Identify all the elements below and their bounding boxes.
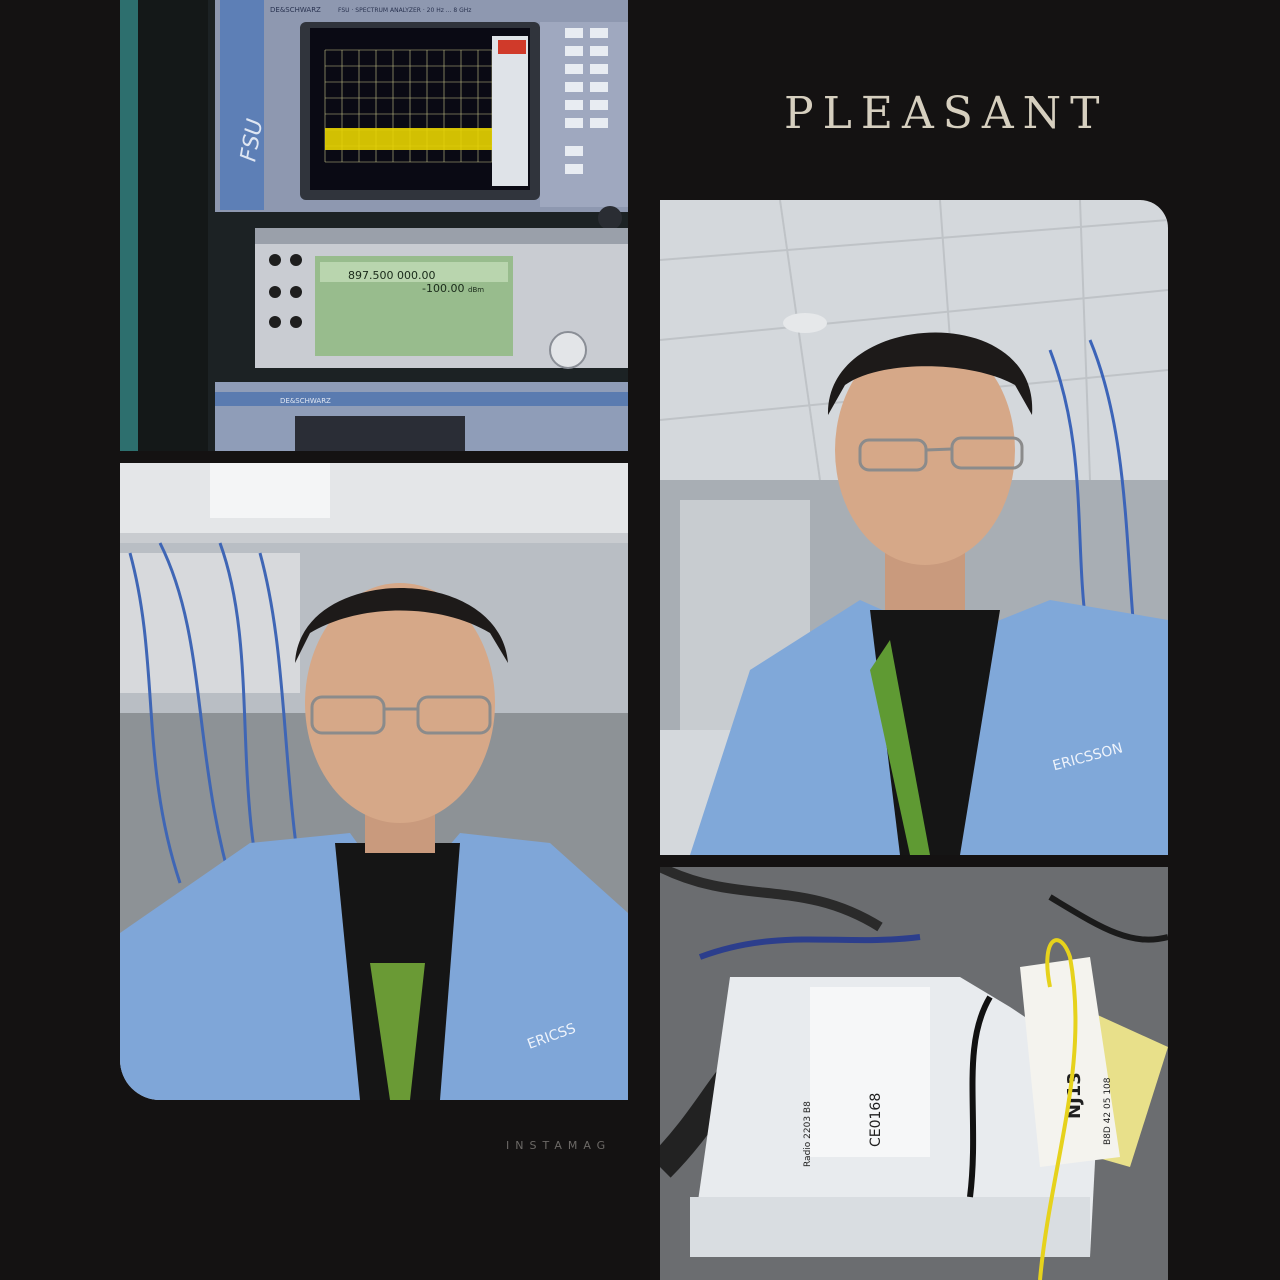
selfie-photo-right: ERICSSON	[660, 200, 1168, 855]
generator-level-readout: -100.00	[422, 282, 464, 295]
ce-mark-label: CE0168	[868, 1093, 884, 1147]
radio-product-label: Radio 2203 B8	[803, 1101, 813, 1167]
lower-instrument-brand-label: DE&SCHWARZ	[280, 397, 331, 405]
tag-number-label: B8D 42 05 108	[1103, 1077, 1113, 1145]
radio-unit-photo: Radio 2203 B8 CE0168 NJ13 B8D 42 05 108	[660, 867, 1168, 1280]
generator-unit-readout: dBm	[468, 286, 484, 294]
analyzer-header-label: FSU · SPECTRUM ANALYZER · 20 Hz ... 8 GH…	[338, 7, 471, 14]
collage-title: PLEASANT	[784, 88, 1109, 139]
instrument-rack-photo: FSU DE&SCHWARZ FSU · SPECTRUM ANALYZER ·…	[120, 0, 628, 451]
analyzer-brand-label: DE&SCHWARZ	[270, 6, 321, 14]
selfie-photo-left: ERICSS	[120, 463, 628, 1100]
instamag-watermark: INSTAMAG	[506, 1139, 612, 1152]
generator-frequency-readout: 897.500 000.00	[348, 269, 435, 282]
